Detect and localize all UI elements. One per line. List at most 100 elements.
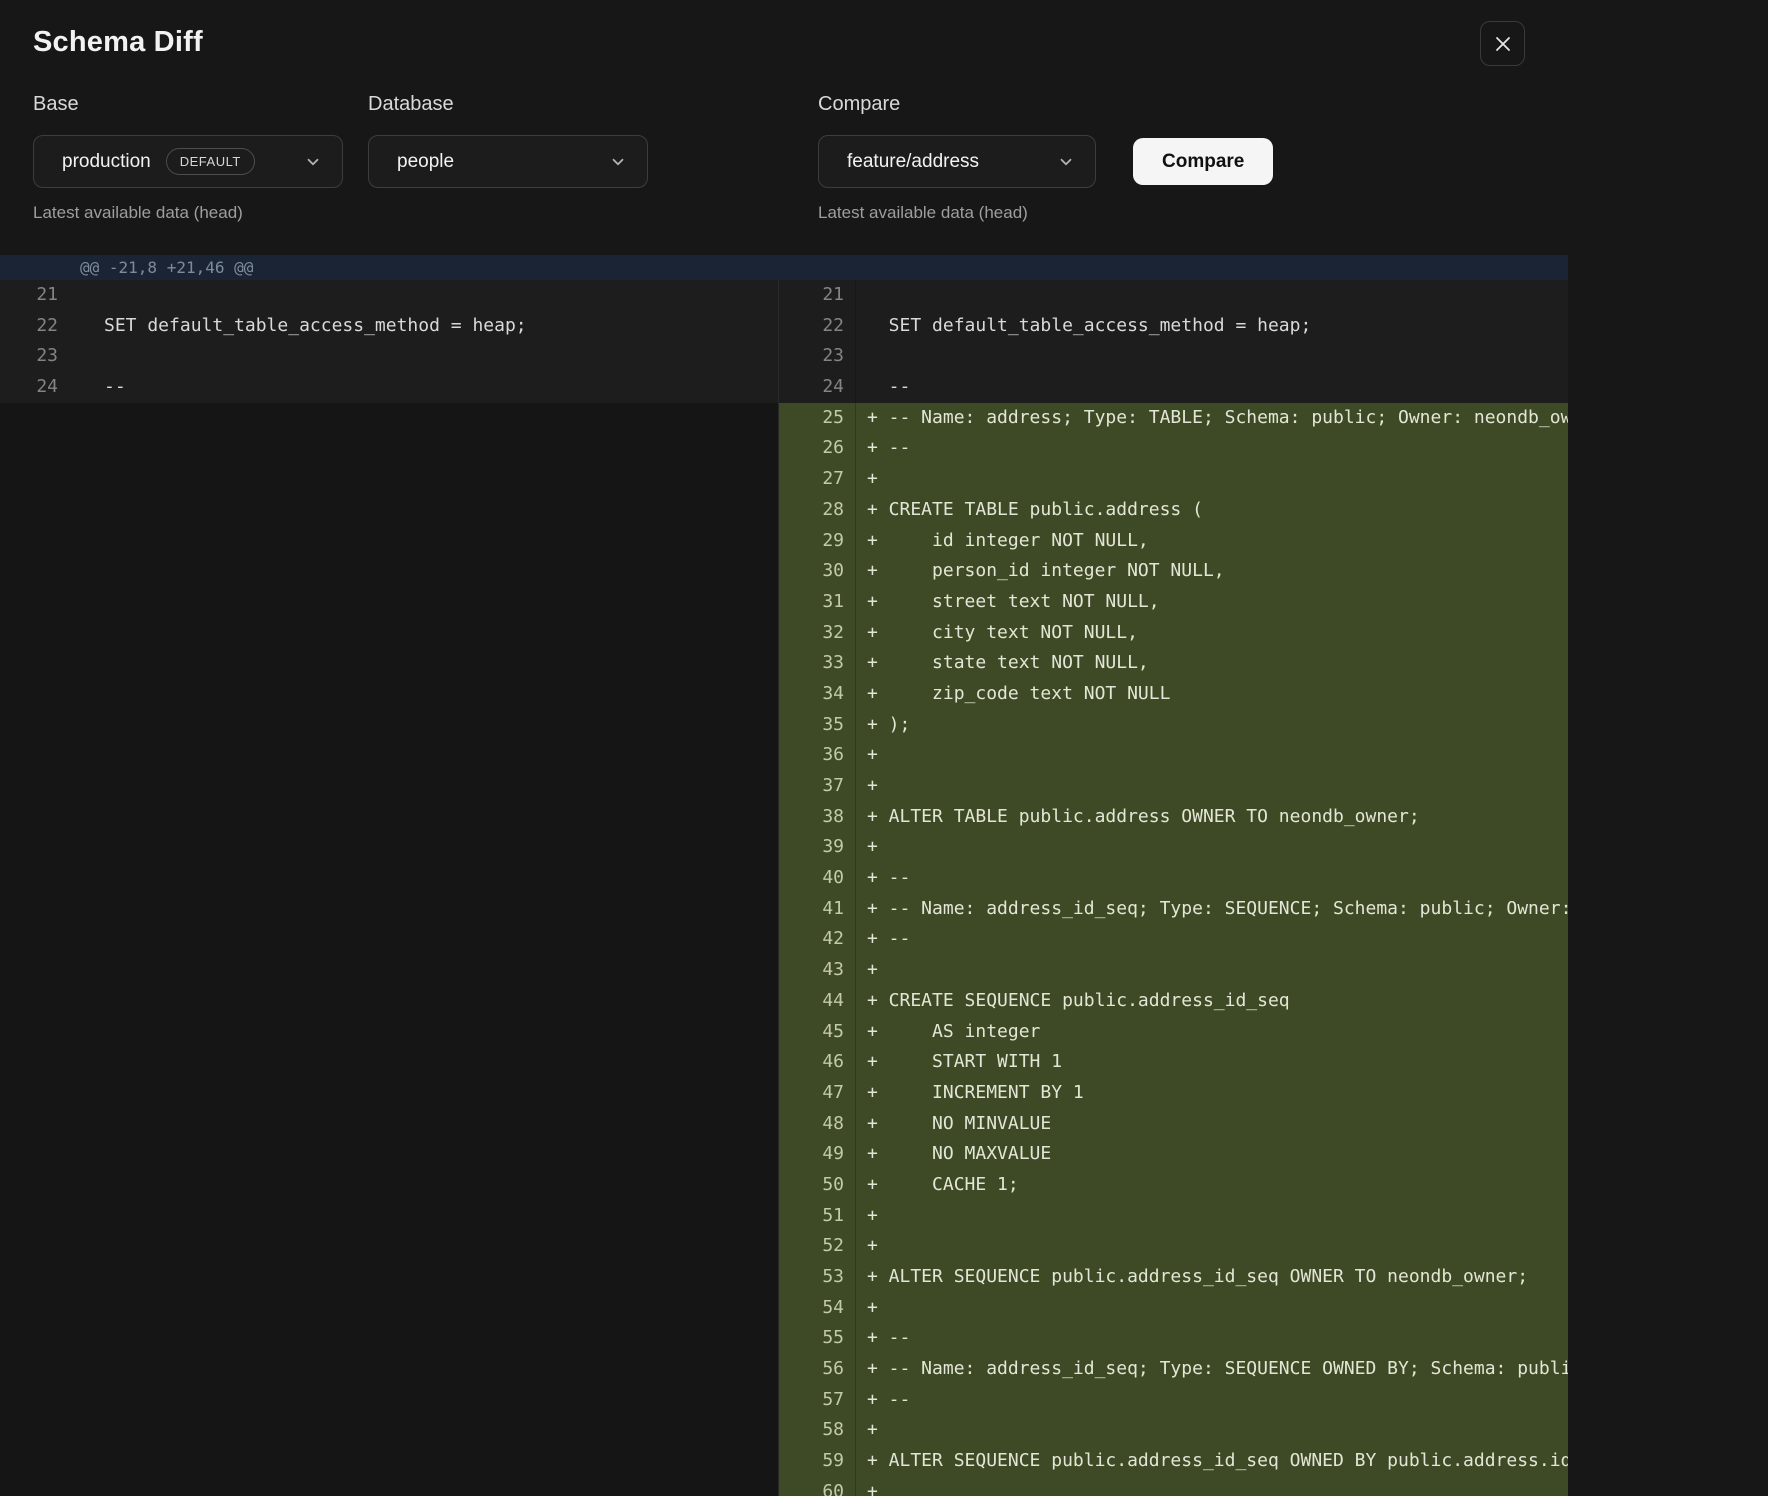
code-line: + -- xyxy=(856,1323,1568,1354)
right-diff-row: 21 xyxy=(779,280,1568,311)
code-line: + -- xyxy=(856,863,1568,894)
line-number: 51 xyxy=(779,1201,856,1232)
code-line: + -- Name: address_id_seq; Type: SEQUENC… xyxy=(856,1354,1568,1385)
line-number: 39 xyxy=(779,832,856,863)
base-group: Base production DEFAULT Latest available… xyxy=(33,93,343,223)
code-line: + city text NOT NULL, xyxy=(856,618,1568,649)
code-line: + xyxy=(856,740,1568,771)
line-number: 21 xyxy=(779,280,856,311)
database-group: Database people xyxy=(368,93,648,188)
line-number: 40 xyxy=(779,863,856,894)
code-line: + state text NOT NULL, xyxy=(856,648,1568,679)
database-value: people xyxy=(397,151,454,173)
base-label: Base xyxy=(33,93,343,116)
line-number: 31 xyxy=(779,587,856,618)
right-diff-row: 34+ zip_code text NOT NULL xyxy=(779,679,1568,710)
code-line: + xyxy=(856,1231,1568,1262)
code-line: + xyxy=(856,1293,1568,1324)
right-diff-row: 53+ ALTER SEQUENCE public.address_id_seq… xyxy=(779,1262,1568,1293)
left-diff-row: 21 xyxy=(0,280,778,311)
compare-group: Compare feature/address Compare Latest a… xyxy=(818,93,1273,223)
controls-row: Base production DEFAULT Latest available… xyxy=(33,93,1568,223)
code-line: -- xyxy=(68,372,778,403)
code-line: + NO MAXVALUE xyxy=(856,1139,1568,1170)
code-line: + -- xyxy=(856,924,1568,955)
database-select[interactable]: people xyxy=(368,135,648,188)
line-number: 50 xyxy=(779,1170,856,1201)
right-diff-row: 33+ state text NOT NULL, xyxy=(779,648,1568,679)
line-number: 27 xyxy=(779,464,856,495)
line-number: 55 xyxy=(779,1323,856,1354)
code-line: + ALTER SEQUENCE public.address_id_seq O… xyxy=(856,1262,1568,1293)
base-branch-select[interactable]: production DEFAULT xyxy=(33,135,343,188)
diff-panel-compare: 2122 SET default_table_access_method = h… xyxy=(778,280,1568,1496)
line-number: 57 xyxy=(779,1385,856,1416)
line-number: 43 xyxy=(779,955,856,986)
right-diff-row: 36+ xyxy=(779,740,1568,771)
modal-header: Schema Diff xyxy=(0,26,1568,58)
close-icon xyxy=(1493,34,1513,54)
right-diff-row: 24 -- xyxy=(779,372,1568,403)
chevron-down-icon xyxy=(304,153,322,171)
line-number: 23 xyxy=(0,341,68,372)
database-label: Database xyxy=(368,93,648,116)
code-line: + CREATE TABLE public.address ( xyxy=(856,495,1568,526)
right-diff-row: 48+ NO MINVALUE xyxy=(779,1109,1568,1140)
code-line: + xyxy=(856,1477,1568,1496)
code-line: + ); xyxy=(856,710,1568,741)
line-number: 54 xyxy=(779,1293,856,1324)
code-line xyxy=(68,341,778,372)
code-line: + person_id integer NOT NULL, xyxy=(856,556,1568,587)
chevron-down-icon xyxy=(609,153,627,171)
code-line xyxy=(856,280,1568,311)
right-diff-row: 39+ xyxy=(779,832,1568,863)
right-diff-row: 46+ START WITH 1 xyxy=(779,1047,1568,1078)
line-number: 48 xyxy=(779,1109,856,1140)
right-diff-row: 28+ CREATE TABLE public.address ( xyxy=(779,495,1568,526)
code-line: + INCREMENT BY 1 xyxy=(856,1078,1568,1109)
right-diff-row: 57+ -- xyxy=(779,1385,1568,1416)
line-number: 38 xyxy=(779,802,856,833)
code-line: + xyxy=(856,771,1568,802)
right-diff-row: 42+ -- xyxy=(779,924,1568,955)
right-diff-row: 22 SET default_table_access_method = hea… xyxy=(779,311,1568,342)
right-diff-row: 44+ CREATE SEQUENCE public.address_id_se… xyxy=(779,986,1568,1017)
right-diff-row: 27+ xyxy=(779,464,1568,495)
right-diff-row: 31+ street text NOT NULL, xyxy=(779,587,1568,618)
line-number: 56 xyxy=(779,1354,856,1385)
line-number: 45 xyxy=(779,1017,856,1048)
left-diff-row: 23 xyxy=(0,341,778,372)
right-diff-row: 55+ -- xyxy=(779,1323,1568,1354)
line-number: 23 xyxy=(779,341,856,372)
right-diff-row: 26+ -- xyxy=(779,433,1568,464)
close-button[interactable] xyxy=(1480,21,1525,66)
code-line: -- xyxy=(856,372,1568,403)
code-line: + -- Name: address_id_seq; Type: SEQUENC… xyxy=(856,894,1568,925)
line-number: 46 xyxy=(779,1047,856,1078)
line-number: 41 xyxy=(779,894,856,925)
code-line: + -- xyxy=(856,1385,1568,1416)
line-number: 35 xyxy=(779,710,856,741)
line-number: 59 xyxy=(779,1446,856,1477)
code-line: + id integer NOT NULL, xyxy=(856,526,1568,557)
right-diff-row: 43+ xyxy=(779,955,1568,986)
right-diff-row: 50+ CACHE 1; xyxy=(779,1170,1568,1201)
right-diff-row: 60+ xyxy=(779,1477,1568,1496)
diff-scroll-area[interactable]: 2122SET default_table_access_method = he… xyxy=(0,280,1568,1496)
code-line: + CACHE 1; xyxy=(856,1170,1568,1201)
line-number: 22 xyxy=(0,311,68,342)
code-line: + NO MINVALUE xyxy=(856,1109,1568,1140)
code-line: + ALTER TABLE public.address OWNER TO ne… xyxy=(856,802,1568,833)
compare-row: feature/address Compare xyxy=(818,135,1273,188)
compare-button[interactable]: Compare xyxy=(1133,138,1273,185)
base-caption: Latest available data (head) xyxy=(33,203,343,223)
code-line: + CREATE SEQUENCE public.address_id_seq xyxy=(856,986,1568,1017)
code-line: + xyxy=(856,464,1568,495)
line-number: 42 xyxy=(779,924,856,955)
compare-branch-select[interactable]: feature/address xyxy=(818,135,1096,188)
line-number: 60 xyxy=(779,1477,856,1496)
code-line: + xyxy=(856,832,1568,863)
hunk-header: @@ -21,8 +21,46 @@ xyxy=(0,255,1568,280)
code-line: SET default_table_access_method = heap; xyxy=(856,311,1568,342)
line-number: 26 xyxy=(779,433,856,464)
